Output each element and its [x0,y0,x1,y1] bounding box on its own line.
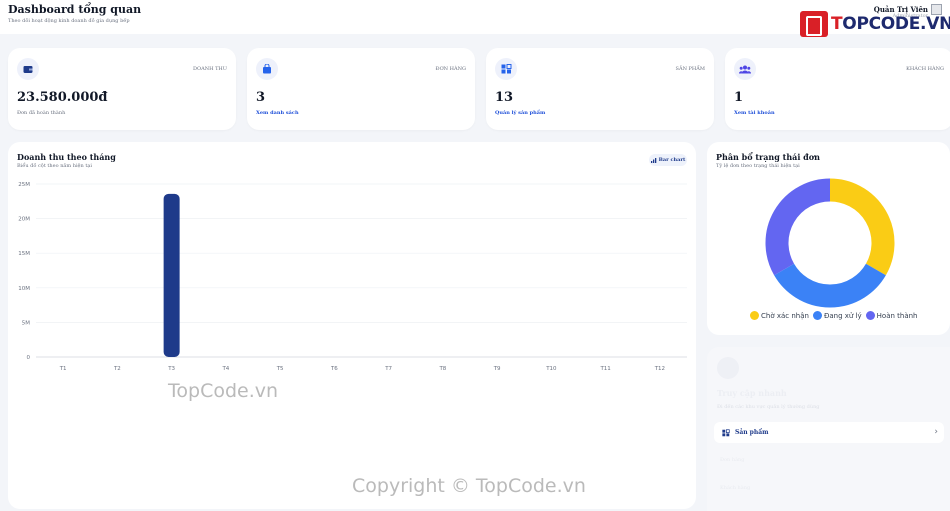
stat-label: ĐƠN HÀNG [435,66,466,72]
legend-item-done[interactable]: Hoàn thành [865,311,918,320]
product-box-icon [722,428,730,436]
x-tick-label: T6 [330,366,338,372]
legend-dot [750,311,759,320]
view-orders-link[interactable]: Xem danh sách [256,110,299,116]
x-tick-label: T1 [59,366,67,372]
page-title: Dashboard tổng quan [8,3,142,16]
stat-value: 13 [495,90,514,105]
y-tick-label: 10M [18,286,30,292]
y-tick-label: 25M [18,182,30,188]
nav-item-products[interactable]: Sản phẩm › [714,422,944,443]
legend-label: Đang xử lý [823,311,862,320]
revenue-bar-chart: 0 5M 10M 15M 20M 25M T1 T2 T3 T4 T5 T6 T7 T8 T9 T10 T11 T… [18,182,687,372]
page-subtitle: Theo dõi hoạt động kinh doanh đồ gia dụn… [8,18,130,24]
watermark-text: TopCode.vn [168,380,279,402]
quick-nav-title: Truy cập nhanh [717,388,787,398]
manage-products-link[interactable]: Quản lý sản phẩm [495,110,545,116]
legend-dot [865,311,875,320]
nav-item-label: Sản phẩm [735,429,769,436]
x-tick-label: T5 [276,366,284,372]
stat-card-customers: KHÁCH HÀNG 1 Xem tài khoản [725,48,950,130]
legend-dot [812,311,822,320]
legend-label: Hoàn thành [876,311,918,320]
stat-note: Đơn đã hoàn thành [17,110,66,116]
x-tick-label: T8 [438,366,446,372]
y-tick-label: 5M [22,320,30,326]
x-tick-label: T12 [654,366,665,372]
donut-slice-0[interactable] [829,178,895,276]
legend-item-pending[interactable]: Chờ xác nhận [750,311,809,320]
quick-nav-subtitle: Đi đến các khu vực quản lý thường dùng [717,404,820,410]
donut-slice-2[interactable] [765,178,831,276]
quick-nav-panel: Truy cập nhanh Đi đến các khu vực quản l… [707,347,950,511]
x-tick-label: T2 [113,366,121,372]
stat-card-products: SẢN PHẨM 13 Quản lý sản phẩm [486,48,714,130]
x-tick-label: T11 [599,366,610,372]
stat-card-orders: ĐƠN HÀNG 3 Xem danh sách [247,48,475,130]
wallet-icon [17,58,39,80]
y-tick-label: 15M [18,251,30,257]
x-tick-label: T4 [221,366,229,372]
x-tick-label: T3 [167,366,175,372]
stat-value: 1 [734,90,744,105]
brand-logo: TOPCODE.VN [800,11,950,37]
bar-T3[interactable] [163,193,180,357]
y-tick-label: 20M [18,217,30,223]
nav-item-orders[interactable]: Đơn hàng [720,457,770,465]
shopping-bag-icon [256,58,278,80]
stat-label: DOANH THU [193,66,227,72]
stat-value: 23.580.000đ [17,90,108,105]
compass-icon [717,357,739,379]
stat-value: 3 [256,90,266,105]
stat-card-revenue: DOANH THU 23.580.000đ Đơn đã hoàn thành [8,48,236,130]
donut-slice-1[interactable] [774,263,886,308]
x-tick-label: T7 [384,366,392,372]
order-status-panel: Phân bổ trạng thái đơn Tỷ lệ đơn theo tr… [707,142,950,335]
product-box-icon [495,58,517,80]
top-header: Dashboard tổng quan Theo dõi hoạt động k… [0,0,950,37]
order-status-donut [765,178,895,308]
legend-label: Chờ xác nhận [761,311,809,320]
legend-item-processing[interactable]: Đang xử lý [812,311,862,320]
view-accounts-link[interactable]: Xem tài khoản [734,110,775,116]
revenue-chart-panel: Doanh thu theo tháng Biểu đồ cột theo nă… [8,142,696,509]
logo-mark-icon [800,11,828,37]
x-tick-label: T9 [493,366,501,372]
watermark-copyright: Copyright © TopCode.vn [352,475,586,497]
y-tick-label: 0 [27,355,31,361]
donut-legend: Chờ xác nhận Đang xử lý Hoàn thành [750,311,918,320]
nav-item-customers[interactable]: Khách hàng [720,485,770,493]
stat-label: SẢN PHẨM [675,66,705,72]
chevron-right-icon: › [934,427,938,437]
users-icon [734,58,756,80]
stat-label: KHÁCH HÀNG [906,66,944,72]
x-tick-label: T10 [545,366,557,372]
logo-text: TOPCODE.VN [831,14,950,34]
